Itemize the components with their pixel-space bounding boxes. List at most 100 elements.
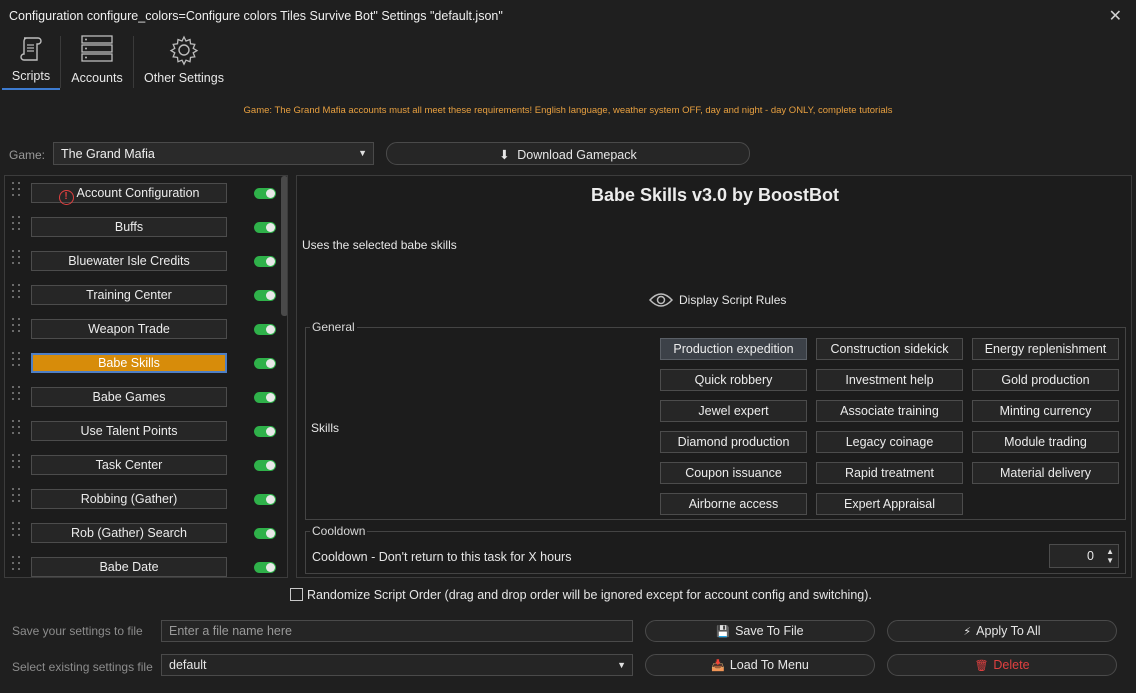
tab-label: Accounts: [71, 71, 123, 85]
skill-jewel-expert-button[interactable]: Jewel expert: [660, 400, 807, 422]
script-babe-date-button[interactable]: Babe Date: [31, 557, 227, 577]
list-item: ! Account Configuration: [5, 176, 277, 210]
save-icon: 💾: [716, 626, 731, 638]
download-gamepack-button[interactable]: ⬇ Download Gamepack: [386, 142, 750, 165]
load-to-menu-button[interactable]: 📥 Load To Menu: [645, 654, 875, 676]
script-enable-toggle[interactable]: [254, 358, 276, 369]
script-task-center-button[interactable]: Task Center: [31, 455, 227, 475]
script-enable-toggle[interactable]: [254, 188, 276, 199]
script-buffs-button[interactable]: Buffs: [31, 217, 227, 237]
skill-quick-robbery-button[interactable]: Quick robbery: [660, 369, 807, 391]
skill-associate-training-button[interactable]: Associate training: [816, 400, 963, 422]
tab-label: Other Settings: [144, 71, 224, 85]
skill-construction-sidekick-button[interactable]: Construction sidekick: [816, 338, 963, 360]
game-select[interactable]: The Grand Mafia ▼: [53, 142, 374, 165]
script-babe-games-button[interactable]: Babe Games: [31, 387, 227, 407]
list-item: Training Center: [5, 278, 277, 312]
load-icon: 📥: [711, 660, 725, 672]
display-script-rules-label: Display Script Rules: [679, 293, 787, 307]
close-icon[interactable]: ✕: [1109, 6, 1122, 26]
list-item: Babe Games: [5, 380, 277, 414]
drag-handle-icon[interactable]: [12, 182, 22, 202]
delete-button[interactable]: 🗑 Delete: [887, 654, 1117, 676]
file-name-input[interactable]: Enter a file name here: [161, 620, 633, 642]
skill-production-expedition-button[interactable]: Production expedition: [660, 338, 807, 360]
skill-expert-appraisal-button[interactable]: Expert Appraisal: [816, 493, 963, 515]
skill-material-delivery-button[interactable]: Material delivery: [972, 462, 1119, 484]
script-training-center-button[interactable]: Training Center: [31, 285, 227, 305]
lightning-icon: ⚡: [963, 626, 972, 638]
skill-minting-currency-button[interactable]: Minting currency: [972, 400, 1119, 422]
list-item: Robbing (Gather): [5, 482, 277, 516]
skill-energy-replenishment-button[interactable]: Energy replenishment: [972, 338, 1119, 360]
randomize-order-checkbox[interactable]: Randomize Script Order (drag and drop or…: [290, 588, 872, 602]
drag-handle-icon[interactable]: [12, 556, 22, 576]
cooldown-group: Cooldown Cooldown - Don't return to this…: [305, 524, 1126, 574]
skill-legacy-coinage-button[interactable]: Legacy coinage: [816, 431, 963, 453]
script-list-scrollbar[interactable]: [281, 176, 287, 577]
drag-handle-icon[interactable]: [12, 454, 22, 474]
list-item: Babe Date: [5, 550, 277, 577]
display-script-rules-link[interactable]: Display Script Rules: [648, 292, 787, 308]
drag-handle-icon[interactable]: [12, 216, 22, 236]
script-rob-gather-search-button[interactable]: Rob (Gather) Search: [31, 523, 227, 543]
script-title: Babe Skills v3.0 by BoostBot: [590, 185, 840, 205]
script-enable-toggle[interactable]: [254, 528, 276, 539]
list-item: Task Center: [5, 448, 277, 482]
warning-icon: !: [58, 190, 74, 205]
drag-handle-icon[interactable]: [12, 488, 22, 508]
trash-icon: 🗑: [974, 660, 989, 672]
script-detail-panel: Babe Skills v3.0 by BoostBot Uses the se…: [296, 175, 1132, 578]
game-label: Game:: [9, 148, 46, 162]
cooldown-group-title: Cooldown: [310, 524, 368, 538]
script-enable-toggle[interactable]: [254, 494, 276, 505]
script-enable-toggle[interactable]: [254, 562, 276, 573]
tab-accounts[interactable]: Accounts: [64, 32, 130, 90]
skill-diamond-production-button[interactable]: Diamond production: [660, 431, 807, 453]
chevron-up-icon[interactable]: ▲: [1106, 547, 1114, 556]
script-enable-toggle[interactable]: [254, 290, 276, 301]
tab-scripts[interactable]: Scripts: [2, 32, 60, 90]
drag-handle-icon[interactable]: [12, 352, 22, 372]
skill-module-trading-button[interactable]: Module trading: [972, 431, 1119, 453]
script-use-talent-points-button[interactable]: Use Talent Points: [31, 421, 227, 441]
skill-rapid-treatment-button[interactable]: Rapid treatment: [816, 462, 963, 484]
server-icon: [81, 35, 113, 62]
save-to-file-button[interactable]: 💾 Save To File: [645, 620, 875, 642]
skills-label: Skills: [311, 421, 340, 435]
eye-icon: [648, 293, 674, 307]
select-settings-label: Select existing settings file: [12, 660, 153, 674]
script-account-configuration-button[interactable]: ! Account Configuration: [31, 183, 227, 205]
chevron-down-icon[interactable]: ▼: [1106, 556, 1114, 565]
settings-file-select[interactable]: default ▼: [161, 654, 633, 676]
script-weapon-trade-button[interactable]: Weapon Trade: [31, 319, 227, 339]
script-enable-toggle[interactable]: [254, 324, 276, 335]
apply-to-all-button[interactable]: ⚡ Apply To All: [887, 620, 1117, 642]
tab-other-settings[interactable]: Other Settings: [138, 32, 230, 90]
cooldown-label: Cooldown - Don't return to this task for…: [312, 550, 572, 564]
title-bar: Configuration configure_colors=Configure…: [0, 0, 1136, 32]
script-enable-toggle[interactable]: [254, 392, 276, 403]
script-enable-toggle[interactable]: [254, 256, 276, 267]
skill-airborne-access-button[interactable]: Airborne access: [660, 493, 807, 515]
checkbox-box[interactable]: [290, 588, 303, 601]
skill-gold-production-button[interactable]: Gold production: [972, 369, 1119, 391]
cooldown-stepper[interactable]: 0 ▲ ▼: [1049, 544, 1119, 568]
script-robbing-gather-button[interactable]: Robbing (Gather): [31, 489, 227, 509]
script-enable-toggle[interactable]: [254, 222, 276, 233]
drag-handle-icon[interactable]: [12, 522, 22, 542]
drag-handle-icon[interactable]: [12, 250, 22, 270]
drag-handle-icon[interactable]: [12, 318, 22, 338]
drag-handle-icon[interactable]: [12, 284, 22, 304]
scrollbar-thumb[interactable]: [281, 176, 287, 316]
list-item: Buffs: [5, 210, 277, 244]
script-description: Uses the selected babe skills: [302, 238, 457, 252]
script-babe-skills-button[interactable]: Babe Skills: [31, 353, 227, 373]
script-enable-toggle[interactable]: [254, 426, 276, 437]
skill-coupon-issuance-button[interactable]: Coupon issuance: [660, 462, 807, 484]
drag-handle-icon[interactable]: [12, 386, 22, 406]
skill-investment-help-button[interactable]: Investment help: [816, 369, 963, 391]
script-bluewater-isle-credits-button[interactable]: Bluewater Isle Credits: [31, 251, 227, 271]
script-enable-toggle[interactable]: [254, 460, 276, 471]
drag-handle-icon[interactable]: [12, 420, 22, 440]
